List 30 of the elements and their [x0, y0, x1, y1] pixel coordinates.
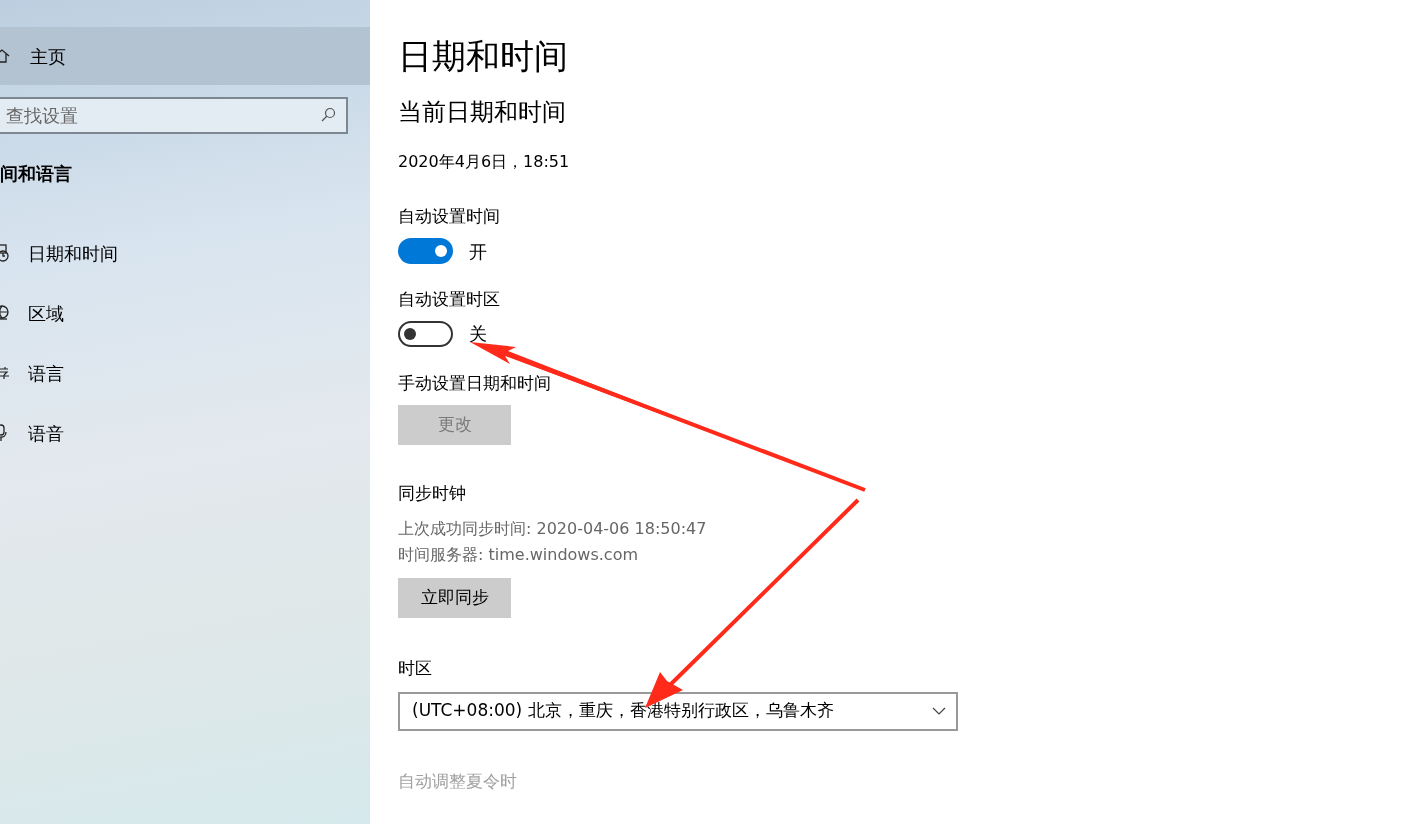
nav-item[interactable]: 语言	[0, 343, 370, 403]
chevron-down-icon	[932, 707, 946, 715]
section-heading: 当前日期和时间	[398, 97, 567, 128]
toggle-switch[interactable]	[398, 320, 453, 347]
setting-label: 手动设置日期和时间	[398, 372, 552, 395]
setting-label: 自动设置时间	[398, 205, 501, 228]
setting-label: 自动设置时区	[398, 287, 501, 311]
nav-item[interactable]: 区域	[0, 283, 370, 343]
sync-now-button[interactable]: 立即同步	[398, 578, 511, 618]
toggle-state: 开	[469, 239, 487, 264]
search-icon	[320, 107, 336, 123]
language-icon	[0, 367, 10, 379]
timezone-dropdown[interactable]: (UTC+08:00) 北京，重庆，香港特别行政区，乌鲁木齐	[398, 691, 958, 731]
sync-info: 时间服务器: time.windows.com	[398, 544, 639, 566]
toggle-switch[interactable]	[398, 238, 453, 264]
globe-icon	[0, 304, 10, 322]
clock-icon	[0, 244, 10, 262]
page-title: 日期和时间	[398, 35, 569, 78]
home-nav-item[interactable]: 主页	[0, 27, 370, 85]
sync-heading: 同步时钟	[398, 481, 467, 505]
search-field[interactable]: 查找设置	[0, 97, 348, 134]
setting-label: 自动调整夏令时	[398, 769, 518, 793]
nav-item[interactable]: 日期和时间	[0, 223, 370, 283]
sync-info: 上次成功同步时间: 2020-04-06 18:50:47	[398, 518, 708, 540]
nav-item[interactable]: 语音	[0, 403, 370, 463]
toggle-state: 关	[469, 322, 487, 346]
current-datetime: 2020年4月6日，18:51	[398, 151, 571, 173]
microphone-icon	[0, 424, 10, 442]
setting-label: 时区	[398, 657, 433, 680]
section-title: 间和语言	[0, 162, 73, 186]
